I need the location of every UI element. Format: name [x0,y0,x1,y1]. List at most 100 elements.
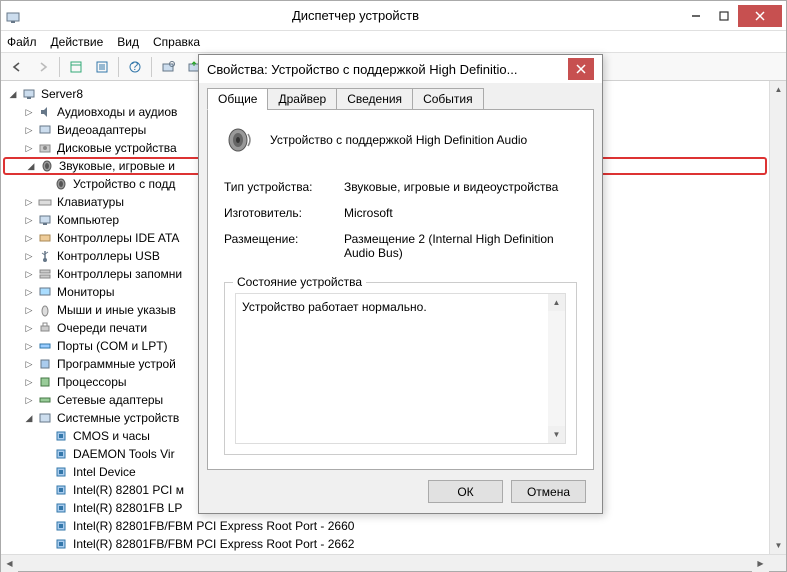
help-button[interactable]: ? [123,55,147,79]
tree-label: Видеоадаптеры [57,123,146,137]
tab-content: Устройство с поддержкой High Definition … [207,109,594,470]
window-title: Диспетчер устройств [29,8,682,23]
close-button[interactable] [738,5,782,27]
expander-icon[interactable]: ▷ [23,106,35,118]
minimize-button[interactable] [682,5,710,27]
computer-icon [37,212,53,228]
monitor-icon [37,284,53,300]
properties-dialog: Свойства: Устройство с поддержкой High D… [198,54,603,514]
audio-icon [37,104,53,120]
dialog-close-button[interactable] [568,58,594,80]
chip-icon [53,464,69,480]
forward-button[interactable] [31,55,55,79]
scroll-right-icon[interactable]: ▶ [752,555,769,572]
expander-icon[interactable]: ▷ [23,268,35,280]
scroll-up-icon[interactable]: ▲ [770,81,786,98]
app-icon [5,8,21,24]
expander-icon[interactable]: ▷ [23,394,35,406]
tree-label: Intel Device [73,465,136,479]
dialog-titlebar: Свойства: Устройство с поддержкой High D… [199,55,602,83]
storage-icon [37,266,53,282]
status-textarea[interactable]: Устройство работает нормально. ▲ ▼ [235,293,566,444]
expander-icon[interactable]: ◢ [7,88,19,100]
expander-icon[interactable]: ▷ [23,142,35,154]
menu-action[interactable]: Действие [51,35,104,49]
scroll-left-icon[interactable]: ◀ [1,555,18,572]
back-button[interactable] [5,55,29,79]
dialog-tabs: Общие Драйвер Сведения События [207,88,594,110]
expander-icon[interactable]: ◢ [23,412,35,424]
tree-label: Server8 [41,87,83,101]
scroll-down-icon[interactable]: ▼ [548,426,565,443]
type-value: Звуковые, игровые и видеоустройства [344,180,577,194]
tree-label: Intel(R) 82801FB/FBM PCI Express Root Po… [73,519,354,533]
horizontal-scrollbar[interactable]: ◀ ▶ [1,554,786,571]
expander-spacer [39,538,51,550]
scroll-up-icon[interactable]: ▲ [548,294,565,311]
expander-icon[interactable]: ▷ [23,232,35,244]
system-icon [37,410,53,426]
show-hide-tree-button[interactable] [64,55,88,79]
tab-driver[interactable]: Драйвер [267,88,337,110]
mouse-icon [37,302,53,318]
expander-icon[interactable]: ▷ [23,304,35,316]
toolbar-separator [118,57,119,77]
expander-icon[interactable]: ◢ [25,160,37,172]
tree-label: Мониторы [57,285,114,299]
tree-label: Порты (COM и LPT) [57,339,168,353]
disk-icon [37,140,53,156]
menu-help[interactable]: Справка [153,35,200,49]
tree-label: Мыши и иные указыв [57,303,176,317]
status-text-value: Устройство работает нормально. [242,300,427,314]
tab-events[interactable]: События [412,88,484,110]
tree-node[interactable]: Intel(R) 82801FB/FBM PCI Express Root Po… [3,517,767,535]
tree-node[interactable]: Intel(R) 82801FB/FBM PCI Express Root Po… [3,535,767,553]
tree-label: Системные устройств [57,411,179,425]
tab-details[interactable]: Сведения [336,88,413,110]
scroll-down-icon[interactable]: ▼ [770,537,786,554]
tree-label: Intel(R) 82801FB/FBM PCI Express Root Po… [73,537,354,551]
tree-label: Процессоры [57,375,127,389]
properties-button[interactable] [90,55,114,79]
device-header: Устройство с поддержкой High Definition … [224,124,577,156]
svg-text:?: ? [132,60,139,73]
scan-hardware-button[interactable] [156,55,180,79]
dialog-body: Общие Драйвер Сведения События Устройств… [199,83,602,513]
cancel-button[interactable]: Отмена [511,480,586,503]
soft-icon [37,356,53,372]
chip-icon [53,500,69,516]
expander-icon[interactable]: ▷ [23,196,35,208]
tree-label: DAEMON Tools Vir [73,447,175,461]
tree-label: Контроллеры IDE ATA [57,231,179,245]
window-controls [682,5,782,27]
tab-general[interactable]: Общие [207,88,268,110]
expander-icon[interactable]: ▷ [23,322,35,334]
expander-spacer [39,178,51,190]
dialog-title: Свойства: Устройство с поддержкой High D… [207,62,568,77]
expander-spacer [39,448,51,460]
expander-icon[interactable]: ▷ [23,250,35,262]
vertical-scrollbar[interactable]: ▲ ▼ [769,81,786,554]
expander-icon[interactable]: ▷ [23,340,35,352]
expander-icon[interactable]: ▷ [23,214,35,226]
printer-icon [37,320,53,336]
menu-view[interactable]: Вид [117,35,139,49]
toolbar-separator [151,57,152,77]
expander-icon[interactable]: ▷ [23,376,35,388]
speaker-icon [224,124,256,156]
menu-file[interactable]: Файл [7,35,37,49]
tree-label: Звуковые, игровые и [59,159,175,173]
chip-icon [53,518,69,534]
expander-icon[interactable]: ▷ [23,286,35,298]
tree-label: Дисковые устройства [57,141,177,155]
ok-button[interactable]: ОК [428,480,503,503]
tree-label: Очереди печати [57,321,147,335]
chip-icon [53,482,69,498]
sound-icon [39,158,55,174]
maximize-button[interactable] [710,5,738,27]
expander-spacer [39,466,51,478]
expander-icon[interactable]: ▷ [23,124,35,136]
titlebar: Диспетчер устройств [1,1,786,31]
status-scrollbar[interactable]: ▲ ▼ [548,294,565,443]
expander-icon[interactable]: ▷ [23,358,35,370]
